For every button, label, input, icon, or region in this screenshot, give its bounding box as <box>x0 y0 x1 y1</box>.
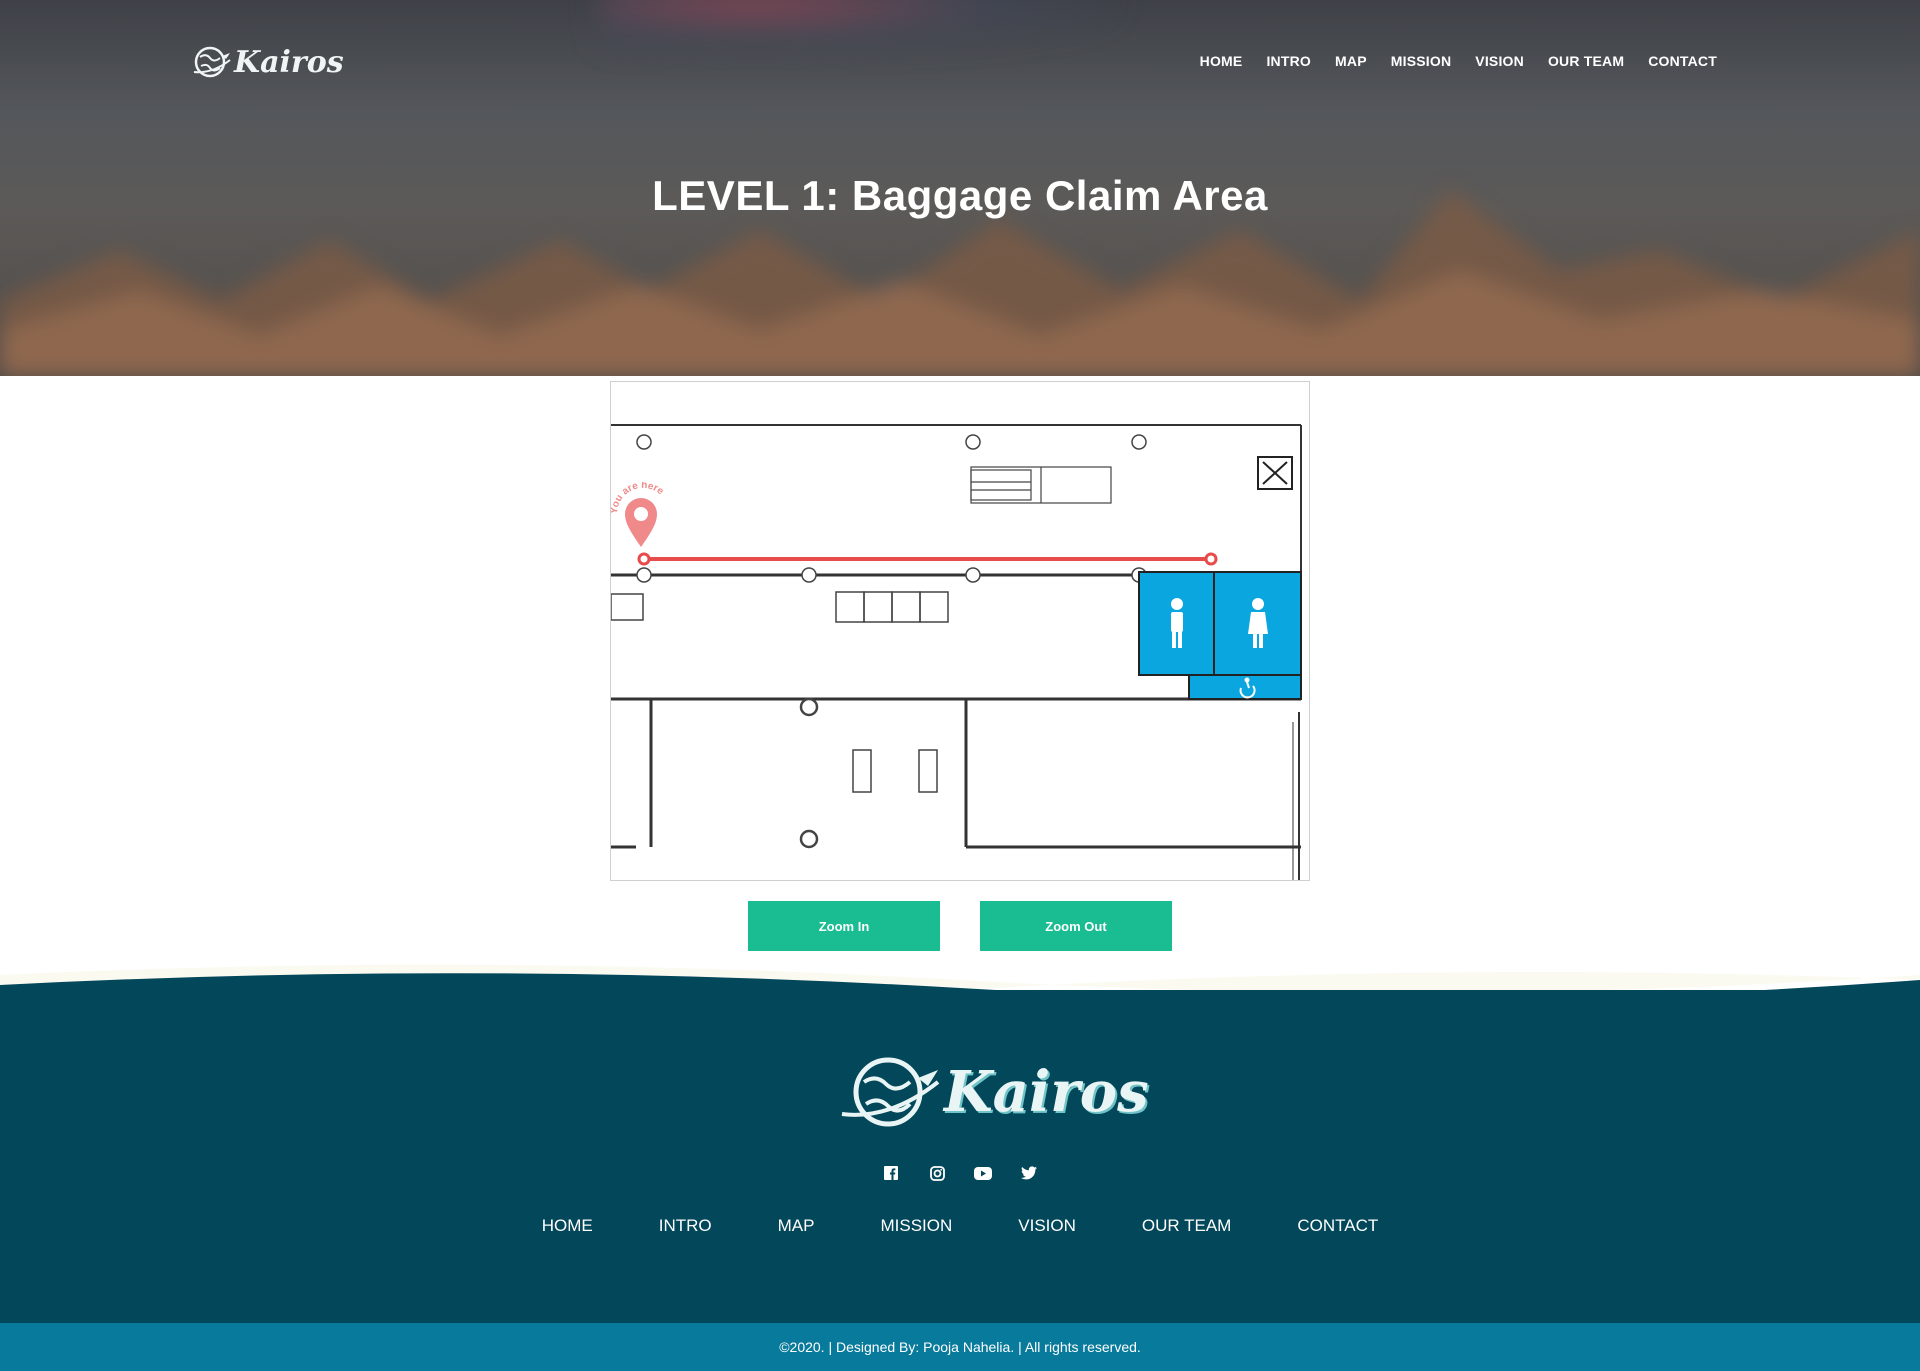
floor-plan-drawing <box>611 424 1302 880</box>
floor-map[interactable]: You are here <box>610 381 1310 881</box>
nav-contact[interactable]: CONTACT <box>1648 53 1717 69</box>
nav-our-team[interactable]: OUR TEAM <box>1548 53 1624 69</box>
nav-intro[interactable]: INTRO <box>1266 53 1311 69</box>
header-logo[interactable]: Kairos <box>192 44 344 80</box>
copyright-bar: ©2020. | Designed By: Pooja Nahelia. | A… <box>0 1323 1920 1371</box>
zoom-in-button[interactable]: Zoom In <box>748 901 940 951</box>
footer-nav-vision[interactable]: VISION <box>1018 1216 1076 1236</box>
nav-mission[interactable]: MISSION <box>1391 53 1452 69</box>
nav-home[interactable]: HOME <box>1200 53 1243 69</box>
youtube-icon[interactable] <box>974 1164 992 1182</box>
hero-banner: Kairos HOME INTRO MAP MISSION VISION OUR… <box>0 0 1920 376</box>
facebook-icon[interactable] <box>882 1164 900 1182</box>
you-are-here-label-wrap: You are here <box>611 482 666 514</box>
instagram-icon[interactable] <box>928 1164 946 1182</box>
svg-text:You are here: You are here <box>611 482 666 514</box>
footer-nav-home[interactable]: HOME <box>542 1216 593 1236</box>
footer-logo-text: Kairos <box>944 1059 1149 1125</box>
header-logo-text: Kairos <box>234 44 344 80</box>
twitter-icon[interactable] <box>1020 1164 1038 1182</box>
footer-nav-intro[interactable]: INTRO <box>659 1216 712 1236</box>
footer-nav-map[interactable]: MAP <box>778 1216 815 1236</box>
footer-nav-contact[interactable]: CONTACT <box>1297 1216 1378 1236</box>
you-are-here-label: You are here <box>611 482 666 514</box>
social-links <box>0 1164 1920 1182</box>
globe-plane-icon <box>841 1057 940 1127</box>
footer-logo[interactable]: Kairos <box>840 1052 1149 1132</box>
footer-nav-mission[interactable]: MISSION <box>880 1216 952 1236</box>
nav-map[interactable]: MAP <box>1335 53 1367 69</box>
copyright-text: ©2020. | Designed By: Pooja Nahelia. | A… <box>779 1339 1141 1355</box>
nav-vision[interactable]: VISION <box>1475 53 1524 69</box>
footer-nav: HOME INTRO MAP MISSION VISION OUR TEAM C… <box>0 1216 1920 1236</box>
header-nav: HOME INTRO MAP MISSION VISION OUR TEAM C… <box>1200 53 1717 69</box>
footer-nav-our-team[interactable]: OUR TEAM <box>1142 1216 1231 1236</box>
footer <box>0 990 1920 1323</box>
page-title: LEVEL 1: Baggage Claim Area <box>652 172 1268 219</box>
globe-plane-icon <box>193 46 231 78</box>
zoom-out-button[interactable]: Zoom Out <box>980 901 1172 951</box>
